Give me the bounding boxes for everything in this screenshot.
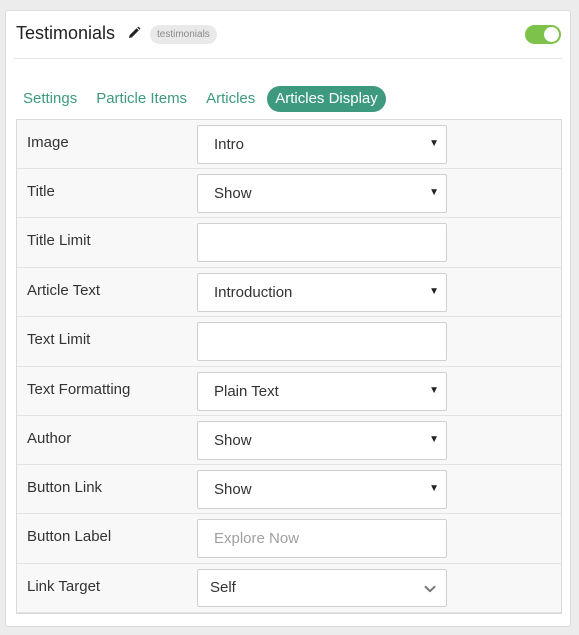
text-limit-input[interactable]	[197, 322, 447, 361]
button-label-input[interactable]: Explore Now	[197, 519, 447, 558]
row-title-limit: Title Limit	[17, 218, 561, 268]
button-link-label: Button Link	[27, 479, 103, 496]
enabled-toggle[interactable]	[525, 25, 561, 44]
author-label: Author	[27, 430, 72, 447]
title-limit-label: Title Limit	[27, 232, 91, 249]
link-target-dropdown-value: Self	[210, 579, 236, 596]
row-button-label: Button Label Explore Now	[17, 514, 561, 564]
row-article-text: Article Text Introduction ▼	[17, 268, 561, 317]
caret-down-icon: ▼	[429, 385, 439, 396]
title-label: Title	[27, 183, 55, 200]
button-link-select-value: Show	[214, 481, 252, 498]
tab-bar: Settings Particle Items Articles Article…	[16, 86, 391, 112]
image-select[interactable]: Intro ▼	[197, 125, 447, 164]
author-select-value: Show	[214, 432, 252, 449]
row-text-limit: Text Limit	[17, 317, 561, 367]
tab-articles-display[interactable]: Articles Display	[267, 86, 386, 112]
chevron-down-icon	[424, 585, 436, 593]
row-button-link: Button Link Show ▼	[17, 465, 561, 514]
toggle-knob	[544, 27, 559, 42]
article-text-select-value: Introduction	[214, 284, 293, 301]
text-formatting-select-value: Plain Text	[214, 383, 279, 400]
author-select[interactable]: Show ▼	[197, 421, 447, 460]
panel-header: Testimonials testimonials	[6, 11, 570, 59]
title-select-value: Show	[214, 185, 252, 202]
header-divider	[14, 58, 562, 59]
link-target-label: Link Target	[27, 578, 101, 595]
row-image: Image Intro ▼	[17, 120, 561, 169]
text-formatting-label: Text Formatting	[27, 381, 131, 398]
row-title: Title Show ▼	[17, 169, 561, 218]
button-label-placeholder: Explore Now	[214, 530, 300, 547]
link-target-dropdown[interactable]: Self	[197, 569, 447, 607]
article-text-select[interactable]: Introduction ▼	[197, 273, 447, 312]
panel-title: Testimonials	[16, 23, 116, 43]
title-limit-input[interactable]	[197, 223, 447, 262]
particle-type-badge: testimonials	[150, 25, 217, 44]
image-select-value: Intro	[214, 136, 245, 153]
row-link-target: Link Target Self	[17, 564, 561, 613]
row-text-formatting: Text Formatting Plain Text ▼	[17, 367, 561, 416]
article-text-label: Article Text	[27, 282, 101, 299]
pencil-icon[interactable]	[127, 26, 141, 40]
title-select[interactable]: Show ▼	[197, 174, 447, 213]
caret-down-icon: ▼	[429, 286, 439, 297]
caret-down-icon: ▼	[429, 483, 439, 494]
tab-articles[interactable]: Articles	[199, 86, 262, 112]
tab-particle-items[interactable]: Particle Items	[89, 86, 194, 112]
button-label-label: Button Label	[27, 528, 112, 545]
text-limit-label: Text Limit	[27, 331, 91, 348]
particle-panel: Testimonials testimonials Settings Parti…	[5, 10, 571, 627]
caret-down-icon: ▼	[429, 187, 439, 198]
settings-table: Image Intro ▼ Title Show ▼ Title Limit A…	[16, 119, 562, 614]
tab-settings[interactable]: Settings	[16, 86, 84, 112]
button-link-select[interactable]: Show ▼	[197, 470, 447, 509]
caret-down-icon: ▼	[429, 434, 439, 445]
caret-down-icon: ▼	[429, 138, 439, 149]
row-author: Author Show ▼	[17, 416, 561, 465]
image-label: Image	[27, 134, 69, 151]
text-formatting-select[interactable]: Plain Text ▼	[197, 372, 447, 411]
